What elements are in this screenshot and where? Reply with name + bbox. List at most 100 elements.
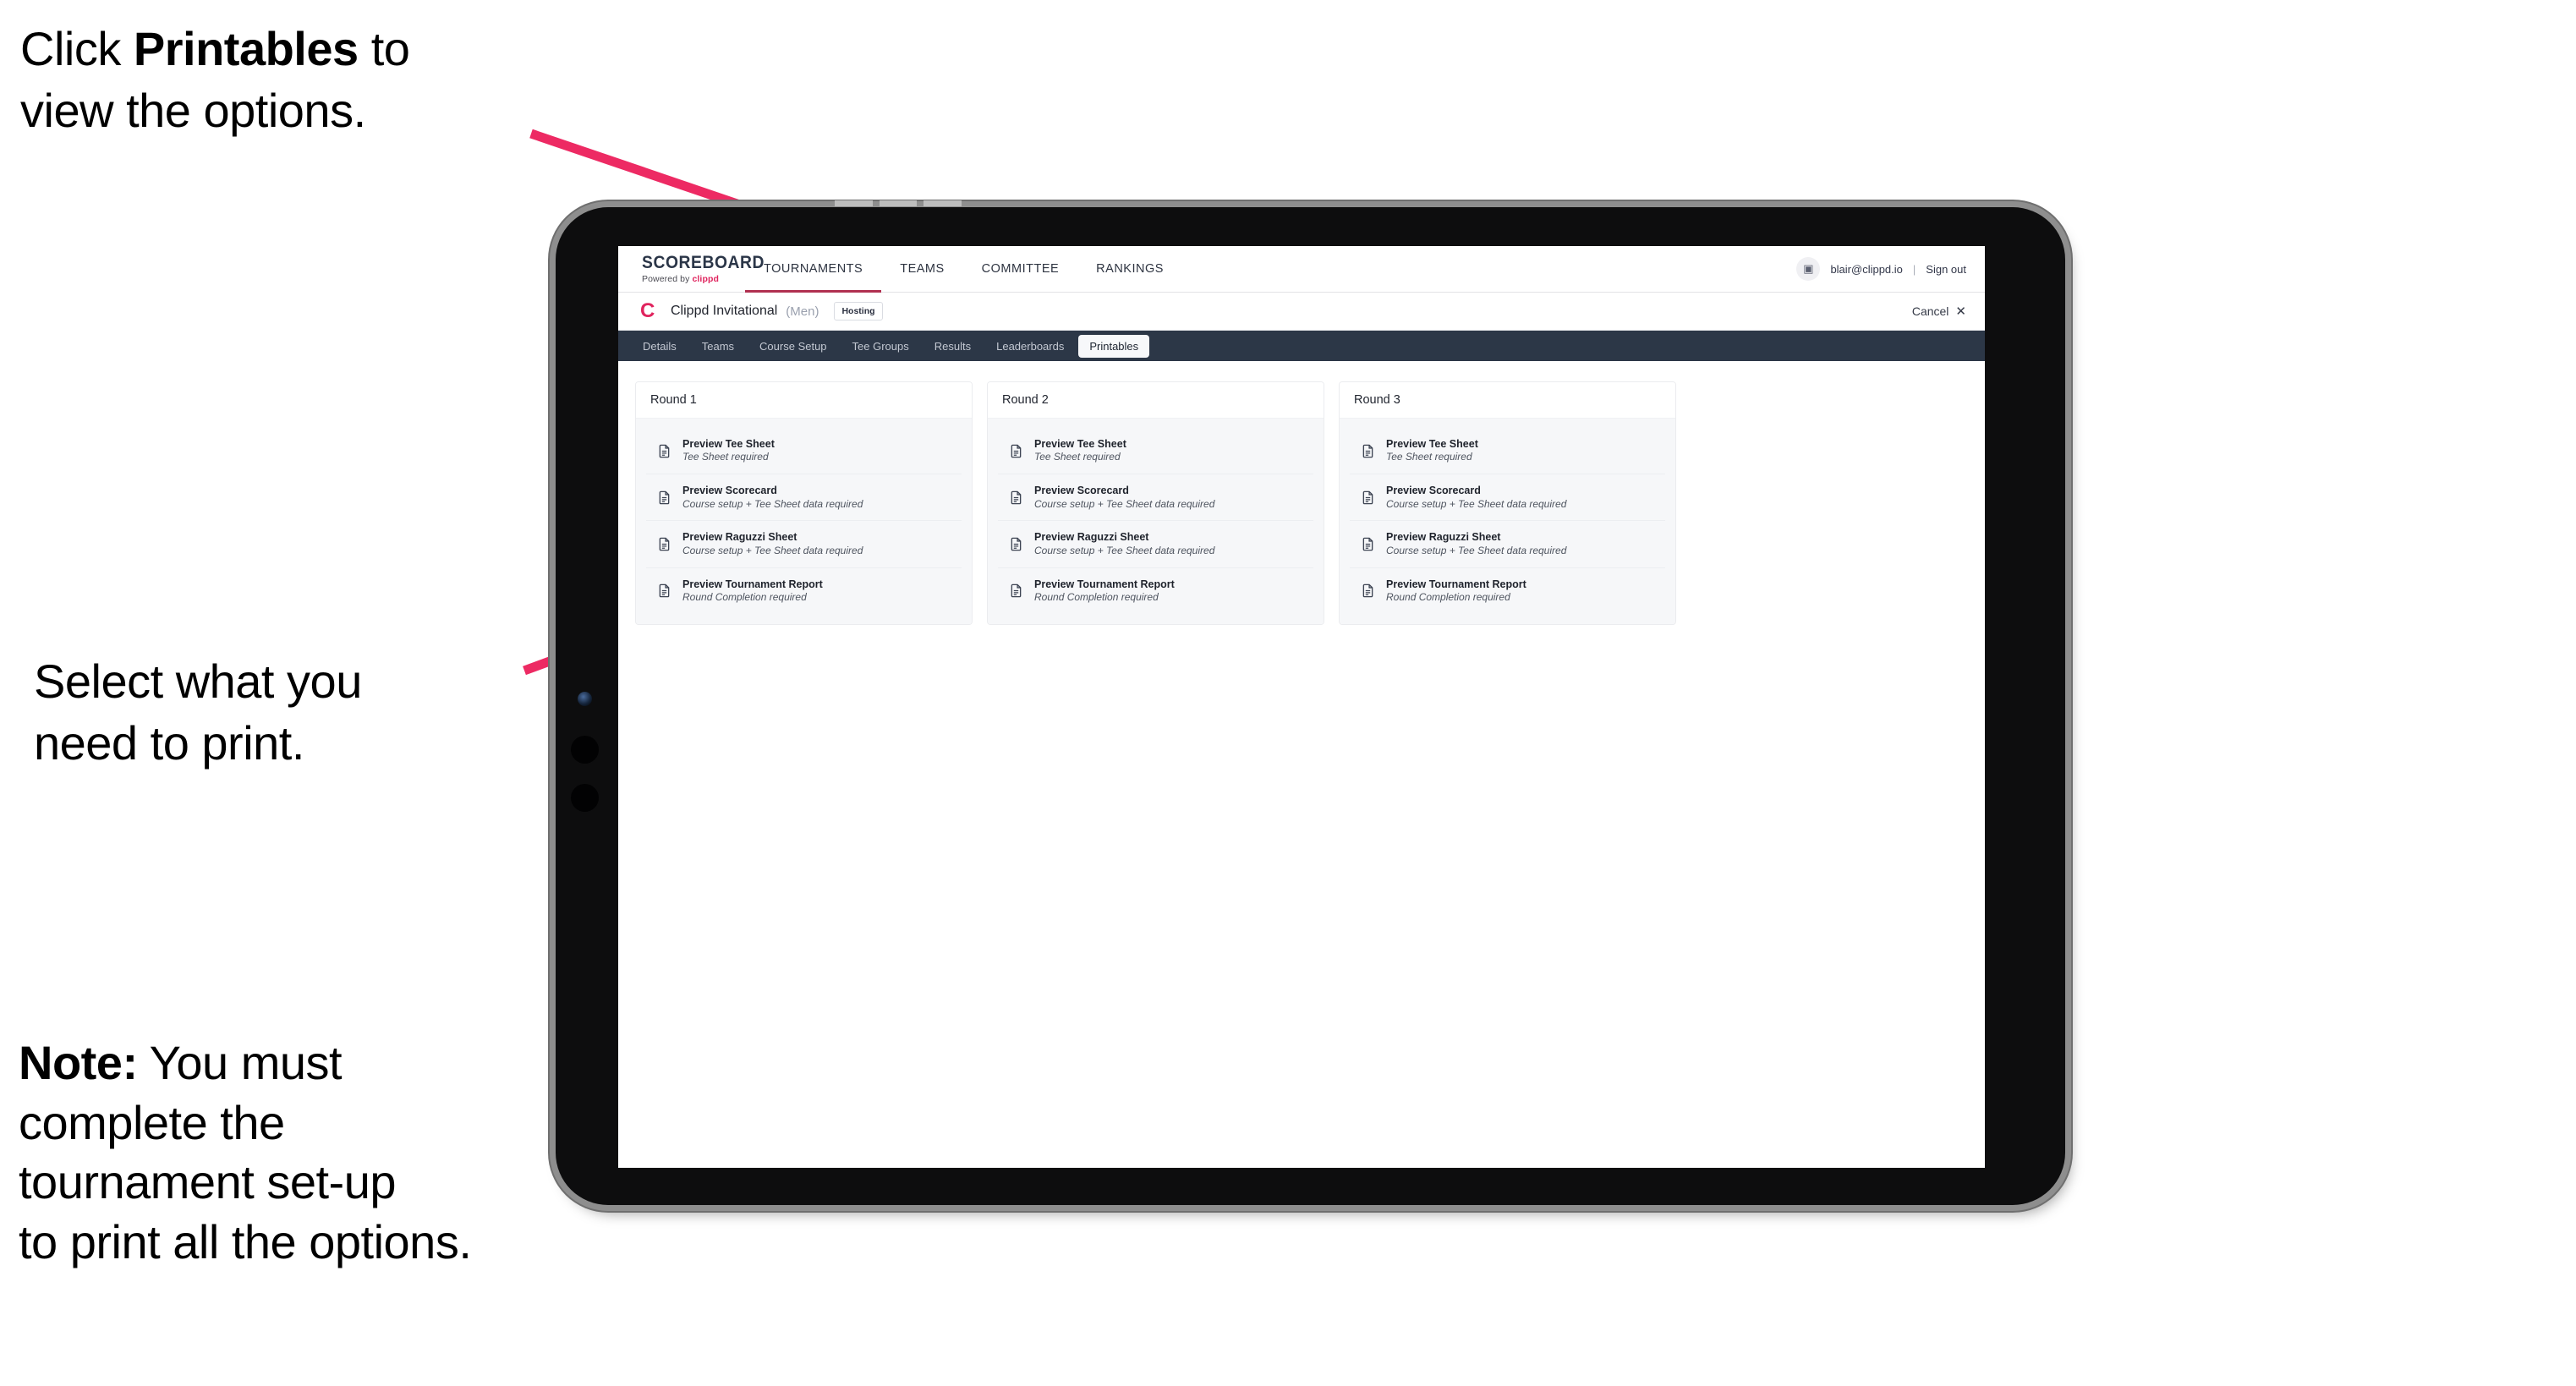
printable-item-title: Preview Scorecard [682,485,777,497]
round-column-2: Round 2 Preview Tee Sheet Tee Sheet requ… [987,381,1324,625]
document-icon [1011,583,1022,598]
round-2-heading: Round 2 [988,382,1324,419]
printable-item-raguzzi-sheet[interactable]: Preview Raguzzi Sheet Course setup + Tee… [646,521,962,568]
nav-links: TOURNAMENTS TEAMS COMMITTEE RANKINGS [745,246,1182,293]
printable-item-title: Preview Raguzzi Sheet [1034,531,1149,544]
document-icon [1011,537,1022,551]
round-1-items: Preview Tee Sheet Tee Sheet required Pre… [636,419,972,624]
printable-item-title: Preview Scorecard [1034,485,1129,497]
printable-item-title: Preview Tournament Report [1034,578,1175,590]
printable-item-title: Preview Raguzzi Sheet [682,531,797,544]
user-email: blair@clippd.io [1830,262,1903,276]
round-column-3: Round 3 Preview Tee Sheet Tee Sheet requ… [1339,381,1676,625]
printables-content: Round 1 Preview Tee Sheet Tee Sheet requ… [618,361,1985,1168]
document-icon [1362,583,1373,598]
printable-item-text: Preview Scorecard Course setup + Tee She… [1034,485,1214,510]
document-icon [1362,490,1373,505]
tab-details[interactable]: Details [632,335,688,358]
printable-item-raguzzi-sheet[interactable]: Preview Raguzzi Sheet Course setup + Tee… [1350,521,1665,568]
printable-item-subtitle: Round Completion required [682,590,807,603]
printable-item-title: Preview Raguzzi Sheet [1386,531,1501,544]
device-camera-icon [578,692,592,706]
tab-results[interactable]: Results [924,335,982,358]
printable-item-scorecard[interactable]: Preview Scorecard Course setup + Tee She… [1350,474,1665,522]
cancel-button[interactable]: Cancel ✕ [1912,304,1966,318]
printable-item-subtitle: Course setup + Tee Sheet data required [682,497,863,510]
printable-item-tee-sheet[interactable]: Preview Tee Sheet Tee Sheet required [998,428,1313,475]
printable-item-subtitle: Course setup + Tee Sheet data required [1386,497,1567,510]
printable-item-tee-sheet[interactable]: Preview Tee Sheet Tee Sheet required [1350,428,1665,475]
nav-link-committee[interactable]: COMMITTEE [963,246,1078,292]
tablet-device-frame: SCOREBOARD Powered by clippd TOURNAMENTS… [556,200,2065,1205]
global-navigation-bar: SCOREBOARD Powered by clippd TOURNAMENTS… [618,246,1985,293]
tab-teams[interactable]: Teams [691,335,745,358]
round-2-items: Preview Tee Sheet Tee Sheet required Pre… [988,419,1324,624]
document-icon [1362,537,1373,551]
document-icon [1011,490,1022,505]
printable-item-tee-sheet[interactable]: Preview Tee Sheet Tee Sheet required [646,428,962,475]
printable-item-title: Preview Tournament Report [682,578,823,590]
annotation-click-bold: Printables [133,22,359,75]
printable-item-text: Preview Tee Sheet Tee Sheet required [682,438,775,463]
nav-separator: | [1912,262,1916,276]
tournament-header-bar: C Clippd Invitational (Men) Hosting Canc… [618,293,1985,331]
scoreboard-logo[interactable]: SCOREBOARD Powered by clippd [618,246,765,292]
tab-tee-groups[interactable]: Tee Groups [841,335,920,358]
printable-item-subtitle: Course setup + Tee Sheet data required [1034,544,1215,556]
document-icon [659,583,670,598]
tournament-tab-bar: Details Teams Course Setup Tee Groups Re… [618,331,1985,361]
nav-user-area: ▣ blair@clippd.io | Sign out [1796,246,1985,292]
printable-item-text: Preview Tee Sheet Tee Sheet required [1386,438,1478,463]
printable-item-tournament-report[interactable]: Preview Tournament Report Round Completi… [998,567,1313,614]
sign-out-link[interactable]: Sign out [1926,263,1966,276]
screenshot-canvas: Click Printables to view the options. Se… [0,0,2576,1386]
printable-item-scorecard[interactable]: Preview Scorecard Course setup + Tee She… [646,474,962,522]
printable-item-text: Preview Scorecard Course setup + Tee She… [682,485,863,510]
brand-subtitle: Powered by clippd [642,274,745,284]
printable-item-scorecard[interactable]: Preview Scorecard Course setup + Tee She… [998,474,1313,522]
annotation-click-printables: Click Printables to view the options. [20,19,578,142]
printable-item-tournament-report[interactable]: Preview Tournament Report Round Completi… [1350,567,1665,614]
printable-item-text: Preview Tee Sheet Tee Sheet required [1034,438,1126,463]
device-volume-down-button[interactable] [571,784,599,812]
nav-link-teams[interactable]: TEAMS [881,246,962,292]
device-volume-up-button[interactable] [571,736,599,764]
printable-item-subtitle: Course setup + Tee Sheet data required [1386,544,1567,556]
printable-item-title: Preview Tee Sheet [1386,438,1478,450]
printable-item-text: Preview Tournament Report Round Completi… [1034,578,1175,604]
printable-item-subtitle: Tee Sheet required [1034,451,1121,463]
printable-item-text: Preview Raguzzi Sheet Course setup + Tee… [1034,531,1214,556]
tab-printables[interactable]: Printables [1078,334,1150,358]
browser-screen: SCOREBOARD Powered by clippd TOURNAMENTS… [618,246,1985,1168]
tab-leaderboards[interactable]: Leaderboards [985,335,1075,358]
printable-item-text: Preview Scorecard Course setup + Tee She… [1386,485,1566,510]
document-icon [659,490,670,505]
brand-sub-prefix: Powered by [642,274,693,284]
brand-sub-clippd: clippd [692,274,719,284]
printable-item-title: Preview Tee Sheet [682,438,775,450]
tournament-name: Clippd Invitational [671,304,778,318]
avatar[interactable]: ▣ [1796,257,1821,281]
nav-link-rankings[interactable]: RANKINGS [1077,246,1182,292]
cancel-label: Cancel [1911,304,1949,318]
printable-item-subtitle: Course setup + Tee Sheet data required [1034,497,1215,510]
device-speaker-slits [835,200,962,206]
round-1-heading: Round 1 [636,382,972,419]
round-column-1: Round 1 Preview Tee Sheet Tee Sheet requ… [635,381,973,625]
tournament-gender: (Men) [786,304,819,319]
printable-item-subtitle: Course setup + Tee Sheet data required [682,544,863,556]
document-icon [1362,444,1373,457]
printable-item-text: Preview Tournament Report Round Completi… [682,578,823,604]
tab-course-setup[interactable]: Course Setup [748,335,838,358]
round-3-items: Preview Tee Sheet Tee Sheet required Pre… [1340,419,1675,624]
nav-link-tournaments[interactable]: TOURNAMENTS [745,246,882,293]
printable-item-subtitle: Round Completion required [1034,590,1159,603]
printable-item-raguzzi-sheet[interactable]: Preview Raguzzi Sheet Course setup + Tee… [998,521,1313,568]
printable-item-subtitle: Tee Sheet required [1386,451,1472,463]
printable-item-tournament-report[interactable]: Preview Tournament Report Round Completi… [646,567,962,614]
printable-item-text: Preview Raguzzi Sheet Course setup + Tee… [682,531,863,556]
document-icon [659,537,670,551]
printable-item-text: Preview Tournament Report Round Completi… [1386,578,1526,604]
close-icon: ✕ [1955,304,1966,319]
document-icon [659,444,670,457]
